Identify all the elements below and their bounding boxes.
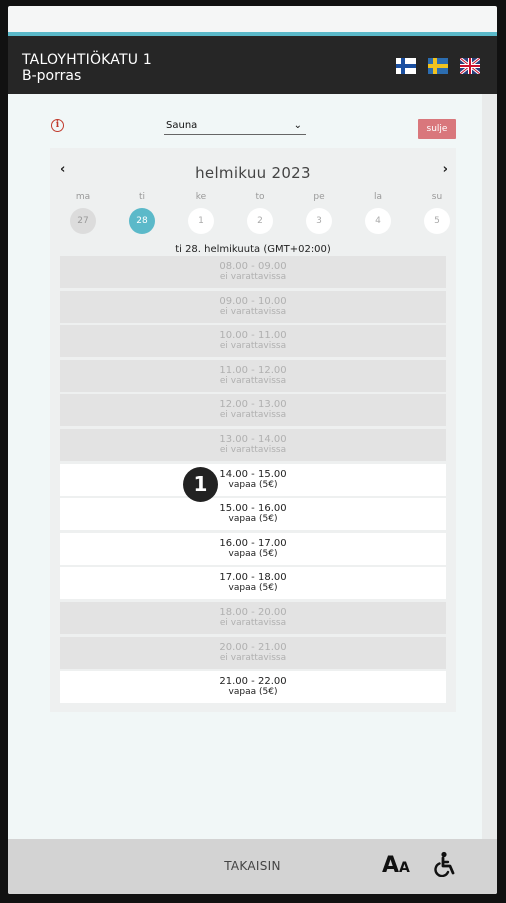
time-slot[interactable]: 16.00 - 17.00 vapaa (5€) [60, 532, 446, 565]
time-slot[interactable]: 14.00 - 15.00 vapaa (5€) [60, 463, 446, 496]
weekday-label: to [255, 192, 265, 202]
time-slot-status: ei varattavissa [219, 444, 287, 455]
close-button[interactable]: sulje [418, 119, 456, 139]
uk-flag-icon[interactable] [460, 58, 480, 74]
day-cell[interactable]: 4 [365, 208, 391, 234]
next-month-button[interactable]: › [443, 162, 448, 177]
time-slot-status: ei varattavissa [219, 375, 287, 386]
time-slot-time: 15.00 - 16.00 [219, 503, 287, 515]
time-slot-time: 18.00 - 20.00 [219, 606, 287, 618]
time-slot: 20.00 - 21.00 ei varattavissa [60, 636, 446, 669]
time-slot: 08.00 - 09.00 ei varattavissa [60, 256, 446, 288]
time-slot-time: 12.00 - 13.00 [219, 399, 287, 411]
resource-select[interactable]: Sauna ⌄ [164, 119, 306, 135]
time-slot-time: 13.00 - 14.00 [219, 433, 287, 445]
time-slot-time: 16.00 - 17.00 [219, 537, 287, 549]
chevron-down-icon: ⌄ [293, 120, 302, 131]
day-cell[interactable]: 5 [424, 208, 450, 234]
back-button[interactable]: TAKAISIN [8, 839, 497, 894]
header: TALOYHTIÖKATU 1 B-porras [8, 36, 497, 94]
time-slot-status: ei varattavissa [219, 410, 287, 421]
time-slot-status: vapaa (5€) [228, 583, 278, 594]
time-slot-status: ei varattavissa [219, 272, 287, 282]
time-slot-status: ei varattavissa [219, 341, 287, 352]
time-slot-status: vapaa (5€) [228, 479, 278, 490]
resource-select-value: Sauna [166, 120, 198, 131]
time-slot-status: vapaa (5€) [228, 548, 278, 559]
time-slot-time: 08.00 - 09.00 [219, 261, 287, 272]
time-slot-list: 08.00 - 09.00 ei varattavissa 09.00 - 10.0… [60, 256, 446, 706]
footer: TAKAISIN AA [8, 839, 497, 894]
weekday-label: su [431, 192, 443, 202]
font-size-large-letter: A [382, 853, 400, 878]
time-slot: 09.00 - 10.00 ei varattavissa [60, 290, 446, 323]
screen: TALOYHTIÖKATU 1 B-porras i Sauna ⌄ sulje… [8, 6, 497, 894]
info-icon[interactable]: i [51, 119, 64, 132]
time-slot-status: vapaa (5€) [228, 514, 278, 525]
day-cell[interactable]: 2 [247, 208, 273, 234]
time-slot: 11.00 - 12.00 ei varattavissa [60, 359, 446, 392]
weekday-label: pe [313, 192, 325, 202]
time-slot-time: 14.00 - 15.00 [219, 468, 287, 480]
month-label: helmikuu 2023 [195, 164, 311, 182]
font-size-button[interactable]: AA [382, 853, 410, 878]
time-slot[interactable]: 21.00 - 22.00 vapaa (5€) [60, 671, 446, 704]
calendar: ‹ helmikuu 2023 › ma ti ke to pe la su 2… [50, 148, 456, 712]
side-strip [482, 94, 497, 839]
time-slot-time: 09.00 - 10.00 [219, 295, 287, 307]
time-slot-status: ei varattavissa [219, 652, 287, 663]
time-slot-status: ei varattavissa [219, 306, 287, 317]
font-size-small-letter: A [399, 860, 410, 876]
time-slot-status: ei varattavissa [219, 617, 287, 628]
weekday-label: ma [75, 192, 91, 202]
weekday-label: la [373, 192, 382, 202]
time-slot: 10.00 - 11.00 ei varattavissa [60, 325, 446, 358]
time-slot[interactable]: 15.00 - 16.00 vapaa (5€) [60, 498, 446, 531]
time-slot: 13.00 - 14.00 ei varattavissa [60, 428, 446, 461]
fi-flag-icon[interactable] [396, 58, 416, 74]
day-cell[interactable]: 3 [306, 208, 332, 234]
building-name: TALOYHTIÖKATU 1 [22, 52, 152, 68]
day-cell-selected[interactable]: 28 [129, 208, 155, 234]
staircase-name: B-porras [22, 68, 82, 84]
weekday-label: ti [138, 192, 146, 202]
time-slot[interactable]: 17.00 - 18.00 vapaa (5€) [60, 567, 446, 600]
accessibility-icon[interactable] [432, 851, 458, 878]
se-flag-icon[interactable] [428, 58, 448, 74]
time-slot-time: 10.00 - 11.00 [219, 330, 287, 342]
step-badge: 1 [183, 467, 218, 502]
time-slot-time: 21.00 - 22.00 [219, 676, 287, 688]
day-cell[interactable]: 1 [188, 208, 214, 234]
time-slot-time: 11.00 - 12.00 [219, 364, 287, 376]
time-slot-time: 20.00 - 21.00 [219, 641, 287, 653]
time-slot: 12.00 - 13.00 ei varattavissa [60, 394, 446, 427]
time-slot-time: 17.00 - 18.00 [219, 572, 287, 584]
weekday-label: ke [195, 192, 207, 202]
day-cell: 27 [70, 208, 96, 234]
time-slot: 18.00 - 20.00 ei varattavissa [60, 601, 446, 634]
selected-date-label: ti 28. helmikuuta (GMT+02:00) [175, 244, 331, 255]
time-slot-status: vapaa (5€) [228, 687, 278, 698]
language-switcher [396, 58, 480, 74]
